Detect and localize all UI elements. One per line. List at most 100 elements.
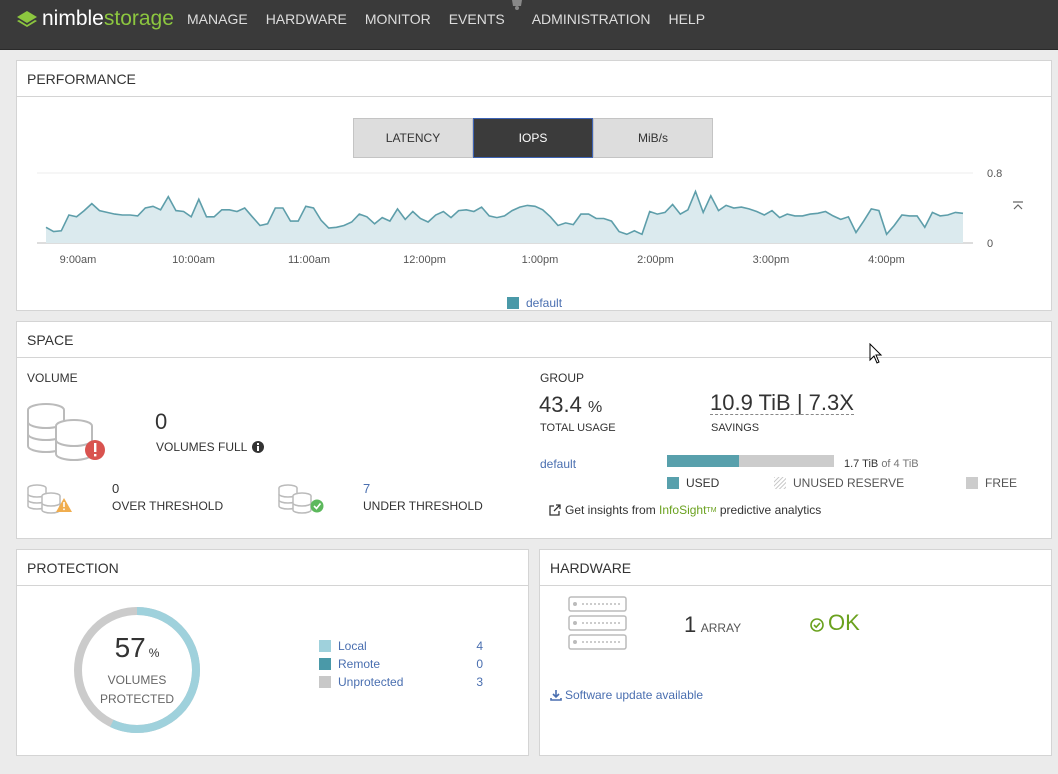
swatch-remote <box>319 658 331 670</box>
iops-chart[interactable]: 0.8 0 9:00am 10:00am 11:00am 12:00pm 1:00pm 2:0… <box>17 161 1051 271</box>
pool-usage-used-text: 1.7 TiB <box>844 458 879 470</box>
protection-row-count: 4 <box>476 639 483 653</box>
nav-administration[interactable]: ADMINISTRATION <box>532 11 651 27</box>
volumes-full-label-wrap: VOLUMES FULL <box>156 440 265 454</box>
swatch-unprotected <box>319 676 331 688</box>
group-section-title: GROUP <box>540 371 585 385</box>
legend-unused-reserve: UNUSED RESERVE <box>774 476 904 490</box>
hardware-title: HARDWARE <box>540 550 1051 586</box>
x-tick-label: 3:00pm <box>753 254 790 266</box>
software-update-link[interactable]: Software update available <box>550 688 703 702</box>
x-tick-label: 1:00pm <box>522 254 559 266</box>
savings-label: SAVINGS <box>711 422 760 434</box>
brand-logo[interactable]: nimble storage <box>16 7 174 31</box>
protection-donut-chart[interactable] <box>72 605 202 735</box>
protection-row-label: Remote <box>338 657 381 671</box>
volume-section-title: VOLUME <box>27 371 78 385</box>
pool-usage-bar-used <box>667 455 739 467</box>
info-icon[interactable] <box>252 441 265 453</box>
total-usage-label: TOTAL USAGE <box>540 422 616 434</box>
protection-percent: 57 <box>114 632 146 663</box>
volumes-full-count: 0 <box>155 409 168 434</box>
protection-row-unprotected[interactable]: Unprotected 3 <box>319 673 483 691</box>
external-link-icon <box>549 504 561 516</box>
x-tick-label: 9:00am <box>60 254 97 266</box>
download-icon <box>550 690 562 701</box>
volumes-full-database-icon <box>27 403 105 461</box>
software-update-text: Software update available <box>565 688 704 702</box>
pool-usage-text: 1.7 TiB of 4 TiB <box>844 458 919 470</box>
tab-mibs[interactable]: MiB/s <box>593 118 713 158</box>
under-threshold-database-icon <box>278 484 324 514</box>
main-nav: MANAGE HARDWARE MONITOR EVENTS ADMINISTR… <box>187 11 723 27</box>
performance-tabs: LATENCY IOPS MiB/s <box>353 118 713 158</box>
over-threshold-database-icon <box>27 484 72 514</box>
volumes-full-label: VOLUMES FULL <box>156 440 248 454</box>
tab-latency[interactable]: LATENCY <box>353 118 473 158</box>
storage-array-icon <box>568 596 627 650</box>
swatch-local <box>319 640 331 652</box>
legend-swatch-reserve <box>774 477 786 489</box>
nav-hardware[interactable]: HARDWARE <box>266 11 347 27</box>
under-threshold-count[interactable]: 7 <box>363 481 370 496</box>
top-navigation-bar: nimble storage MANAGE HARDWARE MONITOR EV… <box>0 0 1058 50</box>
hardware-status-text: OK <box>828 610 860 635</box>
legend-free: FREE <box>966 476 1017 490</box>
legend-label-reserve: UNUSED RESERVE <box>793 476 905 490</box>
infosight-prefix: Get insights from <box>565 503 656 517</box>
protection-label-1: VOLUMES <box>107 673 167 687</box>
protection-row-remote[interactable]: Remote 0 <box>319 655 483 673</box>
array-count: 1 <box>684 612 697 637</box>
protection-row-label: Local <box>338 639 367 653</box>
mouse-cursor-icon <box>869 343 883 364</box>
legend-label-default: default <box>526 296 563 310</box>
x-tick-label: 10:00am <box>172 254 215 266</box>
protection-row-label: Unprotected <box>338 675 404 689</box>
legend-label-used: USED <box>686 476 720 490</box>
infosight-tm: TM <box>706 506 717 514</box>
ok-check-icon <box>810 617 824 632</box>
collapse-chevron-icon[interactable] <box>1012 201 1024 211</box>
x-tick-label: 2:00pm <box>637 254 674 266</box>
nimble-leaf-icon <box>17 11 37 27</box>
protection-row-count: 0 <box>476 657 483 671</box>
performance-panel: PERFORMANCE LATENCY IOPS MiB/s 0.8 0 9:00a… <box>16 60 1052 311</box>
notification-bell-icon[interactable] <box>510 0 524 10</box>
protection-label-2: PROTECTED <box>99 692 174 706</box>
legend-label-free: FREE <box>985 476 1018 490</box>
array-count-wrap: 1 ARRAY <box>684 612 741 638</box>
protection-percent-unit: % <box>148 646 160 660</box>
chart-legend[interactable]: default <box>507 296 562 310</box>
under-threshold-label: UNDER THRESHOLD <box>363 499 483 513</box>
infosight-link[interactable]: Get insights from InfoSight TM predictive… <box>549 503 821 517</box>
protection-row-local[interactable]: Local 4 <box>319 637 483 655</box>
legend-swatch-default <box>507 297 519 309</box>
total-usage-unit: % <box>587 399 603 416</box>
pool-usage-of-text: of 4 TiB <box>881 458 919 470</box>
nav-manage[interactable]: MANAGE <box>187 11 248 27</box>
hardware-panel: HARDWARE 1 ARRAY OK Software update avai… <box>539 549 1052 756</box>
legend-swatch-free <box>966 477 978 489</box>
legend-used: USED <box>667 476 719 490</box>
pool-name-link[interactable]: default <box>540 457 576 471</box>
protection-percent-wrap: 57% <box>72 632 202 664</box>
nav-help[interactable]: HELP <box>668 11 705 27</box>
savings-value[interactable]: 10.9 TiB | 7.3X <box>710 392 854 415</box>
over-threshold-label: OVER THRESHOLD <box>112 499 224 513</box>
nav-monitor[interactable]: MONITOR <box>365 11 431 27</box>
protection-breakdown-list: Local 4 Remote 0 Unprotected 3 <box>319 637 483 691</box>
total-usage-value-wrap: 43.4 % <box>539 392 602 418</box>
over-threshold-count: 0 <box>112 481 120 496</box>
brand-name-nimble: nimble <box>42 7 104 30</box>
hardware-status[interactable]: OK <box>810 610 860 636</box>
legend-swatch-used <box>667 477 679 489</box>
x-tick-label: 4:00pm <box>868 254 905 266</box>
pool-usage-bar <box>667 455 834 467</box>
protection-title: PROTECTION <box>17 550 528 586</box>
protection-panel: PROTECTION 57% VOLUMES PROTECTED Local 4… <box>16 549 529 756</box>
y-tick-label: 0.8 <box>987 168 1002 180</box>
y-tick-label: 0 <box>987 238 993 250</box>
tab-iops[interactable]: IOPS <box>473 118 593 158</box>
series-area-default <box>46 191 963 243</box>
nav-events[interactable]: EVENTS <box>449 11 505 27</box>
